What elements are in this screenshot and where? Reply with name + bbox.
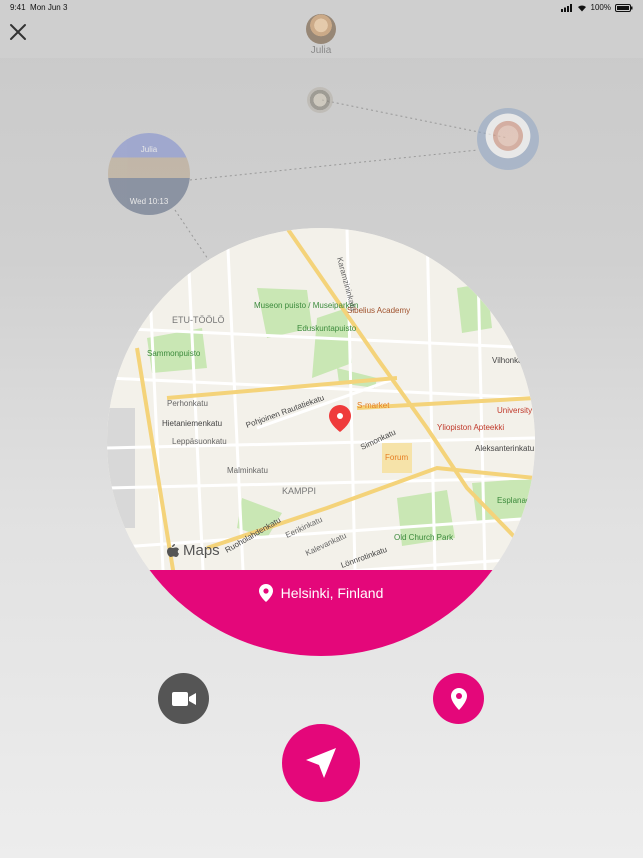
graph-node-small[interactable] [307, 87, 333, 113]
julia-node-time: Wed 10:13 [129, 197, 169, 206]
map-label-aleksanterinkatu: Aleksanterinkatu [475, 444, 534, 453]
location-label: Helsinki, Finland [280, 585, 384, 601]
map-label-forum: Forum [385, 453, 408, 462]
map-label-esplanadi: Esplanadi [497, 496, 532, 505]
apple-icon [167, 543, 179, 557]
graph-node-contact[interactable] [477, 108, 539, 170]
map-label-s-market: S-market [357, 401, 390, 410]
map-label-hietaniemenkatu: Hietaniemenkatu [162, 419, 222, 428]
map-label-yliopiston: Yliopiston Apteekki [437, 423, 504, 432]
video-camera-icon [171, 691, 196, 706]
location-button[interactable] [433, 673, 484, 724]
location-pin-icon [450, 687, 467, 710]
map-label-eduskuntapuisto: Eduskuntapuisto [297, 324, 357, 333]
maps-provider-logo: Maps [167, 542, 220, 559]
map-circle[interactable]: ETU-TÖÖLÖ Museon puisto / Museiparken Si… [107, 228, 535, 656]
location-pin-icon [258, 584, 273, 602]
julia-node-name: Julia [140, 145, 158, 154]
map-label-university: University of Helsinki [497, 406, 535, 415]
map-label-malminkatu: Malminkatu [227, 466, 268, 475]
map-label-old-church-park: Old Church Park [394, 533, 454, 542]
graph-node-julia[interactable]: Julia Wed 10:13 [108, 133, 190, 215]
maps-provider-label: Maps [183, 542, 220, 559]
send-icon [306, 748, 336, 778]
send-button[interactable] [282, 724, 360, 802]
map-label-sammonpuisto: Sammonpuisto [147, 349, 201, 358]
map-label-etu-toolo: ETU-TÖÖLÖ [172, 315, 225, 325]
map-label-kamppi: KAMPPI [282, 486, 316, 496]
map-label-perhonkatu: Perhonkatu [167, 399, 208, 408]
location-label-row: Helsinki, Finland [107, 584, 535, 602]
map-label-leppasuonkatu: Leppäsuonkatu [172, 437, 227, 446]
map-label-vilhonkatu: Vilhonkatu [492, 356, 529, 365]
location-bar[interactable]: Helsinki, Finland [107, 570, 535, 656]
video-button[interactable] [158, 673, 209, 724]
map-label-museon-puisto: Museon puisto / Museiparken [254, 301, 359, 310]
